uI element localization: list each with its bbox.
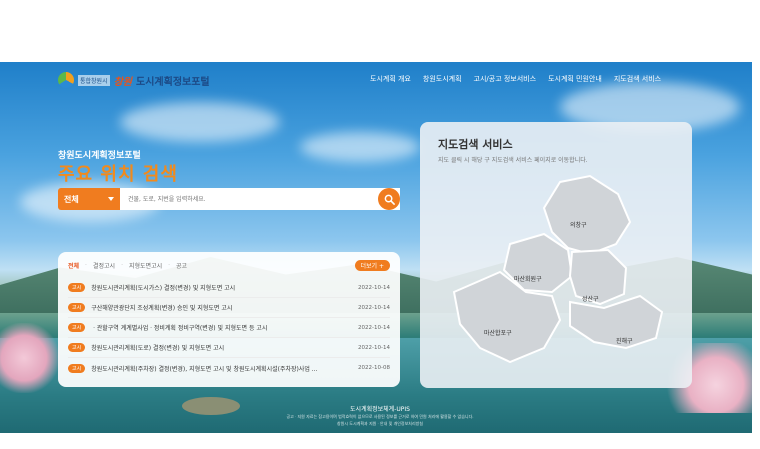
notice-title: 구산해양관광단지 조성계획(변경) 승인 및 지형도면 고시 <box>91 305 233 312</box>
more-button-label: 더보기 <box>360 262 378 270</box>
tab-decision-notice[interactable]: 결정고시 <box>93 261 115 270</box>
notice-title: 창원도시관리계획(도로) 결정(변경) 및 지형도면 고시 <box>91 345 225 352</box>
hero-title: 주요 위치 검색 <box>58 164 178 185</box>
notice-title: 창원도시관리계획(주차장) 결정(변경), 지형도면 고시 및 창원도시계획시설… <box>91 365 318 373</box>
notice-badge: 고시 <box>68 323 86 332</box>
district-label: 마산회원구 <box>514 276 542 283</box>
list-item[interactable]: 고시 ㆍ관할구역 계계별사업ㆍ정비계획 정비구역(변경) 및 지형도면 등 고시… <box>68 318 390 338</box>
main-nav: 도시계획 개요 창원도시계획 고시/공고 정보서비스 도시계획 민원안내 지도검… <box>370 74 661 84</box>
district-map <box>452 174 664 364</box>
nav-item-changwon-plan[interactable]: 창원도시계획 <box>423 74 462 84</box>
nav-item-overview[interactable]: 도시계획 개요 <box>370 74 411 84</box>
site-logo[interactable]: 통합창원시 창원 도시계획정보포털 <box>58 72 210 88</box>
search-icon <box>384 194 395 205</box>
notice-panel: 전체 · 결정고시 · 지형도면고시 · 공고 더보기 + 고시 창원도시관리계… <box>58 252 400 387</box>
list-item[interactable]: 고시 구산해양관광단지 조성계획(변경) 승인 및 지형도면 고시 2022-1… <box>68 298 390 318</box>
tab-separator: · <box>85 261 87 269</box>
notice-tabs: 전체 · 결정고시 · 지형도면고시 · 공고 더보기 + <box>68 258 390 272</box>
nav-item-civil-guide[interactable]: 도시계획 민원안내 <box>548 74 602 84</box>
search-category-value: 전체 <box>64 194 79 204</box>
map-panel-title: 지도검색 서비스 <box>438 138 513 151</box>
footer-disclaimer: 공고ㆍ지원 자료는 참고용이며 법적효력이 없으므로 사용된 정보를 근거로 하… <box>286 414 474 419</box>
cloud <box>120 102 280 142</box>
notice-badge: 고시 <box>68 363 86 373</box>
list-item[interactable]: 고시 창원도시관리계획(도시가스) 결정(변경) 및 지형도면 고시 2022-… <box>68 278 390 298</box>
notice-date: 2022-10-14 <box>358 284 390 291</box>
notice-date: 2022-10-14 <box>358 324 390 331</box>
notice-badge: 고시 <box>68 283 86 292</box>
notice-list: 고시 창원도시관리계획(도시가스) 결정(변경) 및 지형도면 고시 2022-… <box>68 278 390 378</box>
district-label: 마산합포구 <box>484 330 512 337</box>
hero-banner: 통합창원시 창원 도시계획정보포털 도시계획 개요 창원도시계획 고시/공고 정… <box>0 62 752 433</box>
list-item[interactable]: 고시 창원도시관리계획(주차장) 결정(변경), 지형도면 고시 및 창원도시계… <box>68 358 390 378</box>
map-panel-description: 지도 클릭 시 해당 구 지도검색 서비스 페이지로 이동합니다. <box>438 157 588 164</box>
search-input[interactable] <box>120 188 400 210</box>
cloud <box>300 132 420 162</box>
notice-date: 2022-10-08 <box>358 365 390 371</box>
notice-badge: 고시 <box>68 343 86 352</box>
list-item[interactable]: 고시 창원도시관리계획(도로) 결정(변경) 및 지형도면 고시 2022-10… <box>68 338 390 358</box>
district-label: 성산구 <box>582 296 599 303</box>
search-category-select[interactable]: 전체 <box>58 188 120 210</box>
district-label: 의창구 <box>570 222 587 229</box>
footer-links: 창원시 도시계획과 지원ㆍ안내 및 개인정보처리방침 <box>336 421 424 426</box>
location-search-bar: 전체 <box>58 188 400 210</box>
district-label: 진해구 <box>616 338 633 345</box>
notice-title: ㆍ관할구역 계계별사업ㆍ정비계획 정비구역(변경) 및 지형도면 등 고시 <box>91 325 268 332</box>
notice-date: 2022-10-14 <box>358 304 390 311</box>
footer-title: 도시계획정보체계-UPIS <box>350 406 410 413</box>
nav-item-map-search[interactable]: 지도검색 서비스 <box>614 74 661 84</box>
tab-announcement[interactable]: 공고 <box>176 261 187 270</box>
cherry-blossom <box>0 323 60 393</box>
tab-separator: · <box>168 261 171 269</box>
notice-badge: 고시 <box>68 303 86 312</box>
notice-title: 창원도시관리계획(도시가스) 결정(변경) 및 지형도면 고시 <box>91 285 236 292</box>
logo-subtext: 통합창원시 <box>78 74 110 86</box>
nav-item-notices[interactable]: 고시/공고 정보서비스 <box>474 74 537 84</box>
top-navigation: 통합창원시 창원 도시계획정보포털 도시계획 개요 창원도시계획 고시/공고 정… <box>0 62 752 98</box>
tab-all[interactable]: 전체 <box>68 261 79 270</box>
logo-city-name: 창원 <box>113 76 133 88</box>
tab-separator: · <box>121 261 123 269</box>
search-button[interactable] <box>378 188 400 210</box>
logo-portal-name: 도시계획정보포털 <box>136 76 210 88</box>
more-button[interactable]: 더보기 + <box>354 259 390 271</box>
map-search-panel: 지도검색 서비스 지도 클릭 시 해당 구 지도검색 서비스 페이지로 이동합니… <box>420 122 692 388</box>
notice-date: 2022-10-14 <box>358 344 390 351</box>
chevron-down-icon <box>108 197 114 201</box>
tab-topographic-notice[interactable]: 지형도면고시 <box>129 261 162 270</box>
city-emblem-icon <box>58 72 74 88</box>
